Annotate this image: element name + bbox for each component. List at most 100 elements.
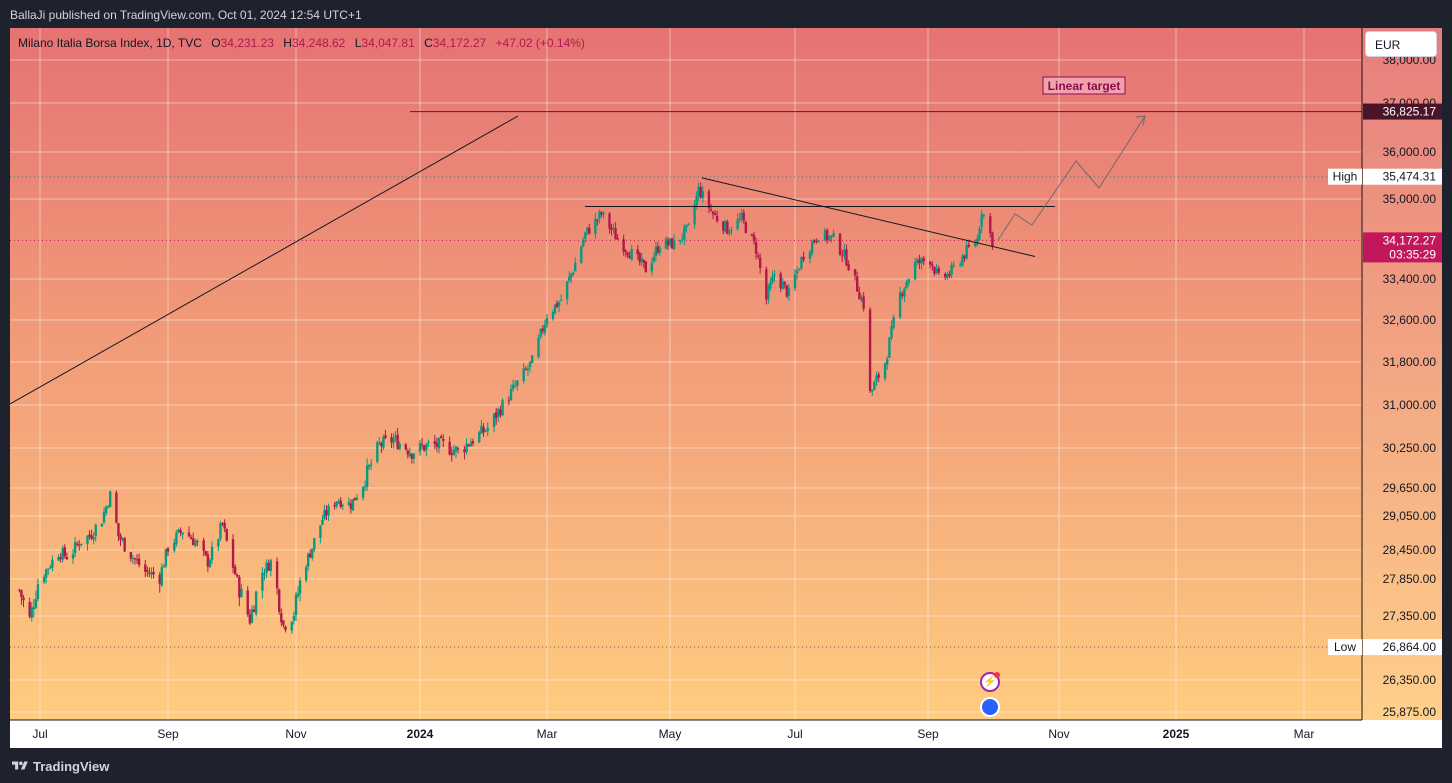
candle-body [559, 299, 563, 301]
candle-body [146, 570, 149, 572]
candle-body [858, 292, 861, 300]
candle-body [931, 264, 934, 266]
open-value: 34,231.23 [220, 36, 274, 50]
candle-body [275, 561, 279, 589]
candle-body [392, 438, 395, 444]
currency-selector[interactable]: EUR [1365, 31, 1437, 57]
candle-body [129, 552, 133, 559]
candle-body [158, 574, 161, 584]
candle-body [435, 442, 439, 447]
candle-body [943, 273, 947, 278]
candle-body [693, 204, 696, 225]
candle-body [769, 282, 772, 289]
candle-body [370, 463, 373, 465]
candle-body [495, 412, 498, 419]
candle-body [907, 279, 910, 284]
candle-body [292, 615, 296, 621]
candle-body [420, 444, 424, 446]
price-chart[interactable]: 38,000.0037,000.0036,000.0035,000.0033,4… [10, 28, 1442, 748]
notification-dot [994, 672, 1000, 678]
high-price-label: 35,474.31 [1383, 170, 1437, 184]
candle-body [608, 213, 611, 229]
lightning-icon[interactable]: ⚡ [980, 672, 1000, 692]
candle-body [75, 543, 79, 545]
candle-body [433, 441, 437, 445]
candle-body [57, 556, 60, 561]
candle-body [961, 256, 964, 266]
candle-body [480, 425, 483, 434]
candle-body [903, 288, 906, 297]
candle-body [750, 234, 754, 236]
candle-body [695, 195, 698, 206]
tradingview-logo-icon[interactable] [12, 759, 28, 773]
candle-body [724, 220, 727, 232]
chart-frame[interactable]: 38,000.00 37,000.00 36,000.00 35,000.00 33,4… [10, 28, 1442, 748]
candle-body [758, 257, 762, 269]
candle-body [240, 588, 243, 597]
target-price-label: 36,825.17 [1383, 105, 1437, 119]
candle-body [709, 209, 713, 211]
candle-body [71, 554, 75, 559]
candle-body [862, 296, 865, 309]
candle-body [935, 268, 938, 274]
price-tick-label: 35,000.00 [1383, 192, 1437, 206]
candle-body [327, 505, 330, 516]
candle-body [463, 449, 466, 453]
price-tick-label: 27,350.00 [1383, 609, 1437, 623]
candle-body [701, 191, 704, 199]
candle-body [412, 453, 416, 459]
time-tick-label: Nov [1048, 727, 1069, 741]
candle-body [892, 317, 895, 328]
candle-body [793, 274, 797, 288]
candle-body [263, 573, 266, 575]
symbol-name[interactable]: Milano Italia Borsa Index, 1D, TVC [18, 36, 202, 50]
candle-body [100, 523, 104, 527]
candle-body [738, 218, 741, 221]
candle-body [856, 276, 859, 292]
candle-body [63, 547, 66, 557]
candle-body [73, 542, 77, 554]
candle-body [756, 255, 760, 257]
candle-body [22, 597, 25, 601]
candle-body [937, 268, 940, 273]
candle-body [187, 532, 191, 537]
candle-body [427, 441, 430, 443]
candle-body [311, 548, 314, 559]
price-tick-label: 31,000.00 [1383, 398, 1437, 412]
candle-body [715, 215, 719, 222]
candle-body [974, 243, 977, 247]
time-tick-label: Mar [1294, 727, 1315, 741]
candle-body [802, 256, 805, 260]
time-axis-background [10, 720, 1442, 748]
time-tick-label: Jul [787, 727, 802, 741]
linear-target-annotation: Linear target [1048, 79, 1121, 93]
high-word-badge: High [1333, 170, 1358, 184]
tradingview-brand[interactable]: TradingView [33, 759, 109, 774]
candle-body [65, 556, 69, 560]
candle-body [34, 599, 38, 608]
candle-body [497, 408, 500, 417]
candle-body [18, 589, 21, 591]
candle-body [90, 535, 93, 539]
candle-body [967, 244, 971, 247]
candle-body [991, 232, 994, 247]
candle-body [511, 384, 515, 389]
candle-body [115, 492, 118, 523]
candle-body [210, 546, 214, 560]
candle-body [815, 240, 818, 242]
candle-body [773, 274, 776, 276]
candle-body [901, 293, 904, 296]
clock-icon[interactable] [980, 697, 1000, 717]
candle-body [404, 444, 407, 450]
candle-body [982, 214, 986, 216]
candle-body [672, 239, 676, 250]
candle-body [989, 216, 992, 234]
candle-body [32, 607, 36, 610]
candle-body [830, 235, 833, 238]
candle-body [767, 286, 770, 300]
candle-body [499, 409, 502, 416]
candle-body [248, 614, 252, 624]
candle-body [697, 186, 700, 197]
candle-body [484, 430, 487, 432]
candle-body [574, 262, 577, 272]
